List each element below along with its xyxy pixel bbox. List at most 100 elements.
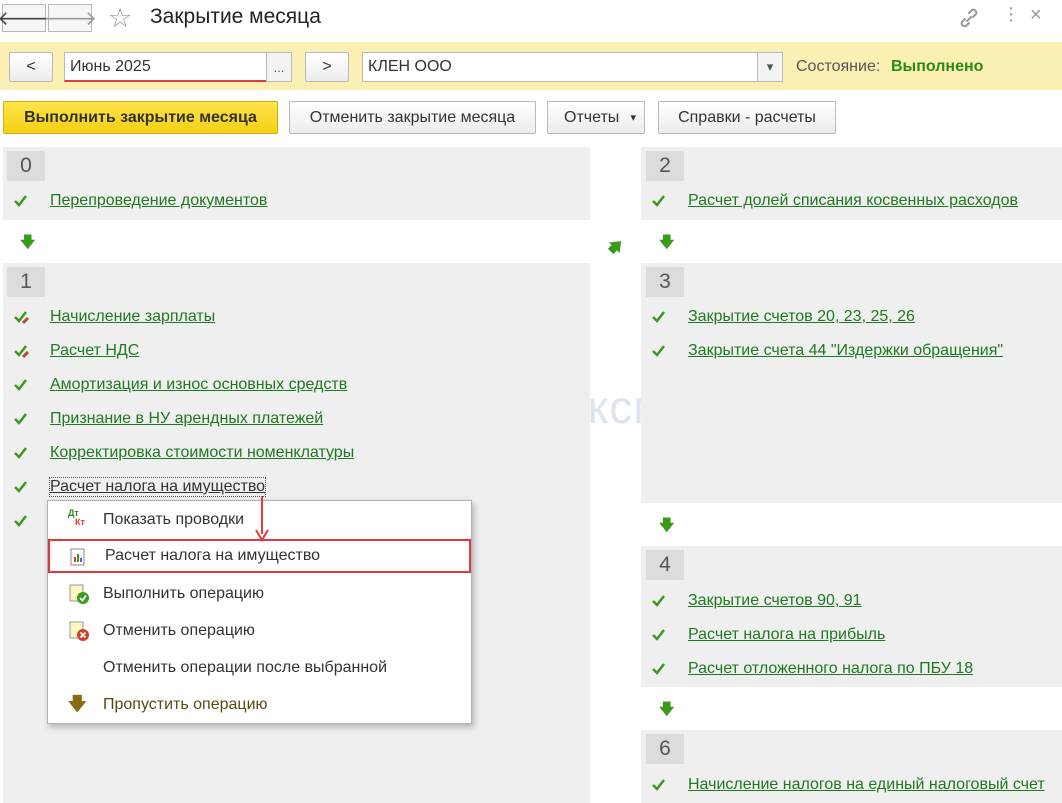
references-button[interactable]: Справки - расчеты — [658, 101, 836, 134]
list-item[interactable]: Начисление налогов на единый налоговый с… — [651, 774, 1045, 796]
dropdown-arrow-icon: ▾ — [766, 59, 774, 74]
operation-link[interactable]: Амортизация и износ основных средств — [50, 376, 347, 394]
step-number: 4 — [646, 550, 684, 580]
step-panel-6: 6 Начисление налогов на единый налоговый… — [641, 730, 1062, 803]
link-icon[interactable] — [958, 8, 980, 28]
check-icon — [14, 515, 27, 527]
more-vertical-icon[interactable]: ⋮ — [1002, 4, 1020, 25]
check-icon — [652, 629, 665, 641]
period-select-button[interactable]: ... — [266, 52, 292, 82]
list-item[interactable]: Закрытие счетов 20, 23, 25, 26 — [651, 306, 915, 328]
check-icon — [652, 311, 665, 323]
step-panel-2: 2 Расчет долей списания косвенных расход… — [641, 147, 1062, 220]
operation-link-selected[interactable]: Расчет налога на имущество — [48, 477, 267, 497]
check-icon — [14, 447, 27, 459]
forward-button[interactable]: 🡒 — [43, 4, 97, 32]
menu-item-cancel-after-selected[interactable]: Отменить операции после выбранной — [48, 650, 471, 686]
menu-item-property-tax-report[interactable]: Расчет налога на имущество — [48, 539, 471, 573]
list-item[interactable]: Расчет налога на имущество — [13, 476, 267, 498]
operation-link[interactable]: Признание в НУ арендных платежей — [50, 410, 323, 428]
operation-link[interactable]: Расчет налога на прибыль — [688, 626, 885, 644]
menu-item-label: Отменить операцию — [103, 622, 255, 639]
list-item[interactable]: Расчет налога на прибыль — [651, 624, 885, 646]
prev-period-button[interactable]: < — [9, 52, 53, 82]
step-panel-0: 0 Перепроведение документов — [3, 147, 590, 220]
period-value: Июнь 2025 — [70, 57, 151, 75]
skip-arrow-down-icon: 🡇 — [68, 694, 87, 714]
operation-link[interactable]: Расчет отложенного налога по ПБУ 18 — [688, 660, 973, 678]
check-icon — [652, 663, 665, 675]
step-number: 0 — [7, 151, 45, 181]
organization-value: КЛЕН ООО — [368, 58, 452, 75]
back-button[interactable]: 🡐 — [0, 4, 51, 32]
reports-button[interactable]: Отчеты ▾ — [547, 101, 645, 134]
list-item[interactable]: Расчет НДС — [13, 340, 139, 362]
reports-label: Отчеты — [564, 108, 620, 126]
list-item[interactable]: Расчет отложенного налога по ПБУ 18 — [651, 658, 973, 680]
period-field[interactable]: Июнь 2025 ... — [64, 52, 292, 82]
check-icon — [14, 481, 27, 493]
list-item[interactable]: Признание в НУ арендных платежей — [13, 408, 323, 430]
check-icon — [14, 379, 27, 391]
step-number: 1 — [7, 267, 45, 297]
cancel-month-close-button[interactable]: Отменить закрытие месяца — [289, 101, 536, 134]
run-month-close-button[interactable]: Выполнить закрытие месяца — [3, 101, 278, 134]
list-item[interactable]: Амортизация и износ основных средств — [13, 374, 347, 396]
check-edit-icon — [14, 345, 29, 359]
dt-kt-icon: Дт Кт — [68, 508, 85, 527]
operation-link[interactable]: Закрытие счетов 90, 91 — [688, 592, 862, 610]
close-icon[interactable]: × — [1030, 4, 1042, 27]
list-item[interactable]: Корректировка стоимости номенклатуры — [13, 442, 354, 464]
check-icon — [14, 195, 27, 207]
cancel-operation-icon — [69, 621, 89, 641]
check-edit-icon — [14, 311, 29, 325]
report-icon — [70, 548, 85, 566]
annotation-arrow — [255, 496, 269, 542]
arrow-up-right-icon: 🡇 — [604, 234, 628, 258]
arrow-right-icon: 🡒 — [43, 7, 97, 30]
step-panel-4: 4 Закрытие счетов 90, 91 Расчет налога н… — [641, 546, 1062, 687]
menu-item-label: Отменить операции после выбранной — [103, 659, 388, 676]
menu-item-label: Расчет налога на имущество — [105, 547, 321, 564]
operation-link[interactable]: Закрытие счетов 20, 23, 25, 26 — [688, 308, 915, 326]
next-period-button[interactable]: > — [305, 52, 349, 82]
list-item[interactable]: Перепроведение документов — [13, 190, 267, 212]
status-label: Состояние: — [796, 58, 881, 75]
operation-link[interactable]: Корректировка стоимости номенклатуры — [50, 444, 354, 462]
operation-link[interactable]: Расчет долей списания косвенных расходов — [688, 192, 1018, 210]
dropdown-arrow-icon: ▾ — [630, 112, 636, 124]
menu-item-label: Показать проводки — [103, 511, 245, 528]
menu-item-label: Пропустить операцию — [103, 696, 268, 713]
operation-link[interactable]: Расчет НДС — [50, 342, 139, 360]
check-icon — [14, 413, 27, 425]
run-operation-icon — [69, 584, 89, 604]
list-item[interactable]: Закрытие счетов 90, 91 — [651, 590, 862, 612]
arrow-down-icon: 🡇 — [659, 517, 675, 534]
operation-link[interactable]: Начисление налогов на единый налоговый с… — [688, 776, 1045, 794]
step-number: 6 — [646, 734, 684, 764]
menu-item-run-operation[interactable]: Выполнить операцию — [48, 576, 471, 612]
favorite-star-icon[interactable]: ☆ — [108, 3, 132, 33]
step-number: 3 — [646, 267, 684, 297]
step-panel-3: 3 Закрытие счетов 20, 23, 25, 26 Закрыти… — [641, 263, 1062, 503]
list-item[interactable]: Закрытие счета 44 "Издержки обращения" — [651, 340, 1003, 362]
arrow-down-icon: 🡇 — [659, 701, 675, 718]
organization-dropdown-button[interactable]: ▾ — [757, 52, 783, 82]
operation-link[interactable]: Перепроведение документов — [50, 192, 267, 210]
check-icon — [652, 345, 665, 357]
operation-link[interactable]: Закрытие счета 44 "Издержки обращения" — [688, 342, 1003, 360]
organization-field[interactable]: КЛЕН ООО ▾ — [362, 52, 783, 82]
list-item[interactable]: Начисление зарплаты — [13, 306, 215, 328]
menu-item-skip-operation[interactable]: 🡇 Пропустить операцию — [48, 687, 471, 723]
check-icon — [652, 595, 665, 607]
check-icon — [652, 779, 665, 791]
arrow-down-icon: 🡇 — [20, 234, 36, 251]
list-item[interactable]: Расчет долей списания косвенных расходов — [651, 190, 1018, 212]
operation-link[interactable]: Начисление зарплаты — [50, 308, 215, 326]
window-title: Закрытие месяца — [150, 5, 321, 28]
status-value: Выполнено — [891, 58, 984, 75]
check-icon — [652, 195, 665, 207]
step-number: 2 — [646, 151, 684, 181]
menu-item-label: Выполнить операцию — [103, 585, 264, 602]
menu-item-cancel-operation[interactable]: Отменить операцию — [48, 613, 471, 649]
